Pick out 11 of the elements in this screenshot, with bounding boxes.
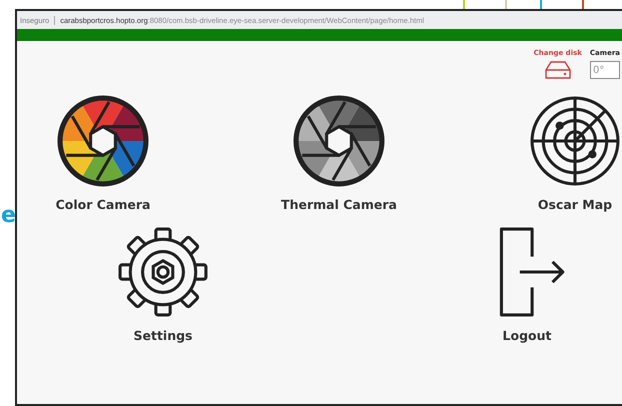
camera-aperture-icon[interactable] — [57, 95, 149, 187]
menu-label[interactable]: Oscar Map — [538, 197, 612, 212]
camera-aperture-icon[interactable] — [293, 95, 385, 187]
gear-icon[interactable] — [117, 226, 209, 318]
backdrop-letter: e — [1, 205, 15, 227]
menu-label[interactable]: Logout — [502, 328, 552, 343]
menu-label[interactable]: Color Camera — [56, 197, 150, 212]
menu-label[interactable]: Thermal Camera — [281, 197, 397, 212]
disk-drive-icon[interactable] — [544, 61, 571, 79]
menu-label[interactable]: Settings — [133, 328, 192, 343]
radar-icon[interactable] — [529, 95, 621, 187]
